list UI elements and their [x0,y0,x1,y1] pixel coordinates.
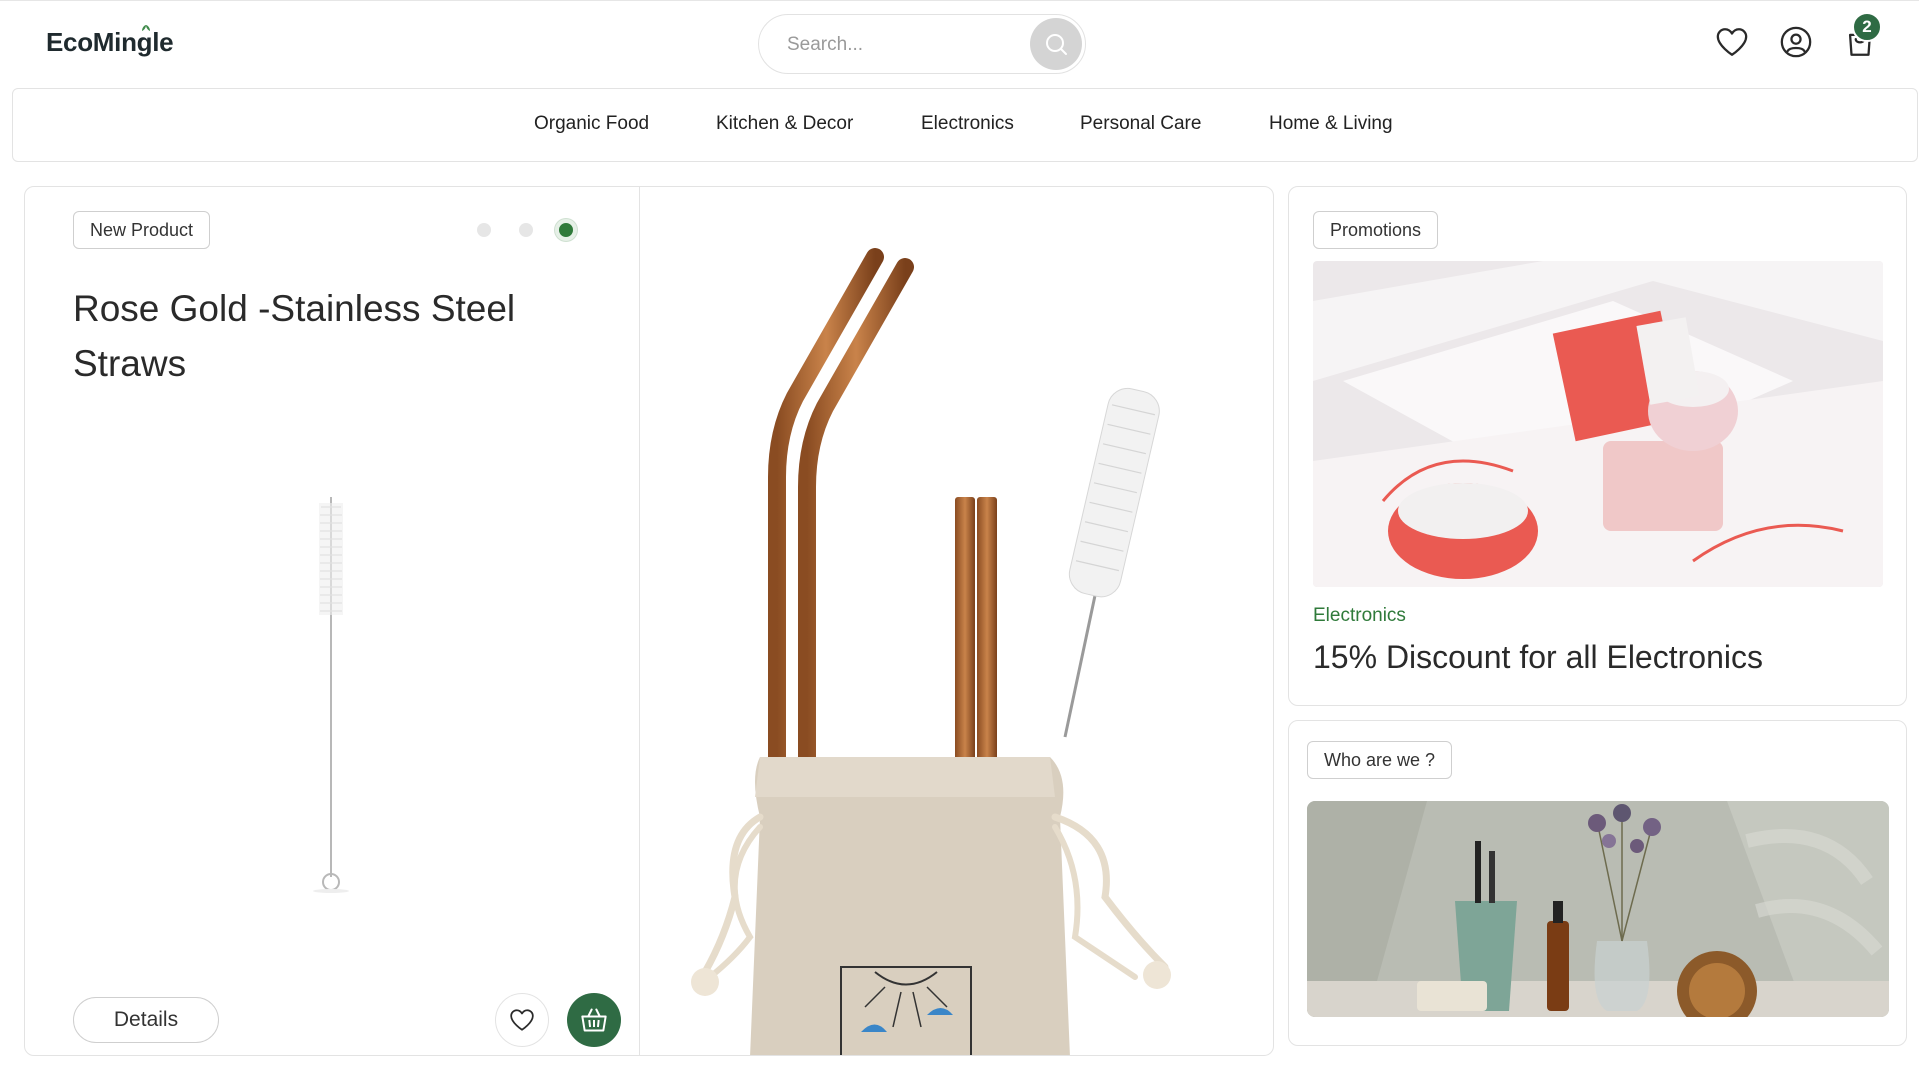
carousel-dot-3[interactable] [555,219,577,241]
about-us-card: Who are we ? [1288,720,1907,1046]
account-button[interactable] [1776,22,1816,62]
new-product-tag: New Product [73,211,211,249]
card-divider [639,187,640,1055]
nav-item-organic-food[interactable]: Organic Food [534,113,649,135]
cleaning-brush-image [313,497,349,893]
wishlist-button[interactable] [1712,22,1752,62]
user-icon [1780,26,1812,58]
nav-item-kitchen-decor[interactable]: Kitchen & Decor [716,113,853,135]
promotion-photo [1313,261,1883,587]
about-us-image[interactable] [1307,801,1889,1017]
promotions-card: Promotions Electronics 15% Discount for … [1288,186,1907,706]
search-icon [1046,34,1067,55]
search-bar [758,14,1086,74]
promotion-image[interactable] [1313,261,1883,587]
promotion-category[interactable]: Electronics [1313,605,1406,627]
site-logo[interactable]: EcoMingle [46,27,174,58]
promotions-tag: Promotions [1313,211,1439,249]
product-main-image [691,248,1171,1055]
site-header: EcoMingle 2 [0,0,1919,88]
category-nav: Organic Food Kitchen & Decor Electronics… [12,88,1918,162]
cart-count-badge: 2 [1852,12,1882,42]
add-to-wishlist-button[interactable] [495,993,549,1047]
add-to-cart-button[interactable] [567,993,621,1047]
product-title: Rose Gold -Stainless Steel Straws [73,288,516,384]
search-input[interactable] [787,31,997,59]
about-us-photo [1307,801,1889,1017]
nav-item-personal-care[interactable]: Personal Care [1080,113,1201,135]
who-are-we-tag: Who are we ? [1307,741,1453,779]
carousel-dot-2[interactable] [519,223,533,237]
heart-icon [510,1009,534,1031]
featured-product-card: New Product Rose Gold -Stainless Steel S… [24,186,1274,1056]
nav-item-electronics[interactable]: Electronics [921,113,1014,135]
promotion-title[interactable]: 15% Discount for all Electronics [1313,639,1763,676]
heart-icon [1716,28,1748,56]
search-button[interactable] [1030,18,1082,70]
basket-icon [581,1008,607,1032]
logo-leaf-icon [142,25,150,31]
nav-item-home-living[interactable]: Home & Living [1269,113,1393,135]
details-button[interactable]: Details [73,997,219,1043]
carousel-dot-1[interactable] [477,223,491,237]
